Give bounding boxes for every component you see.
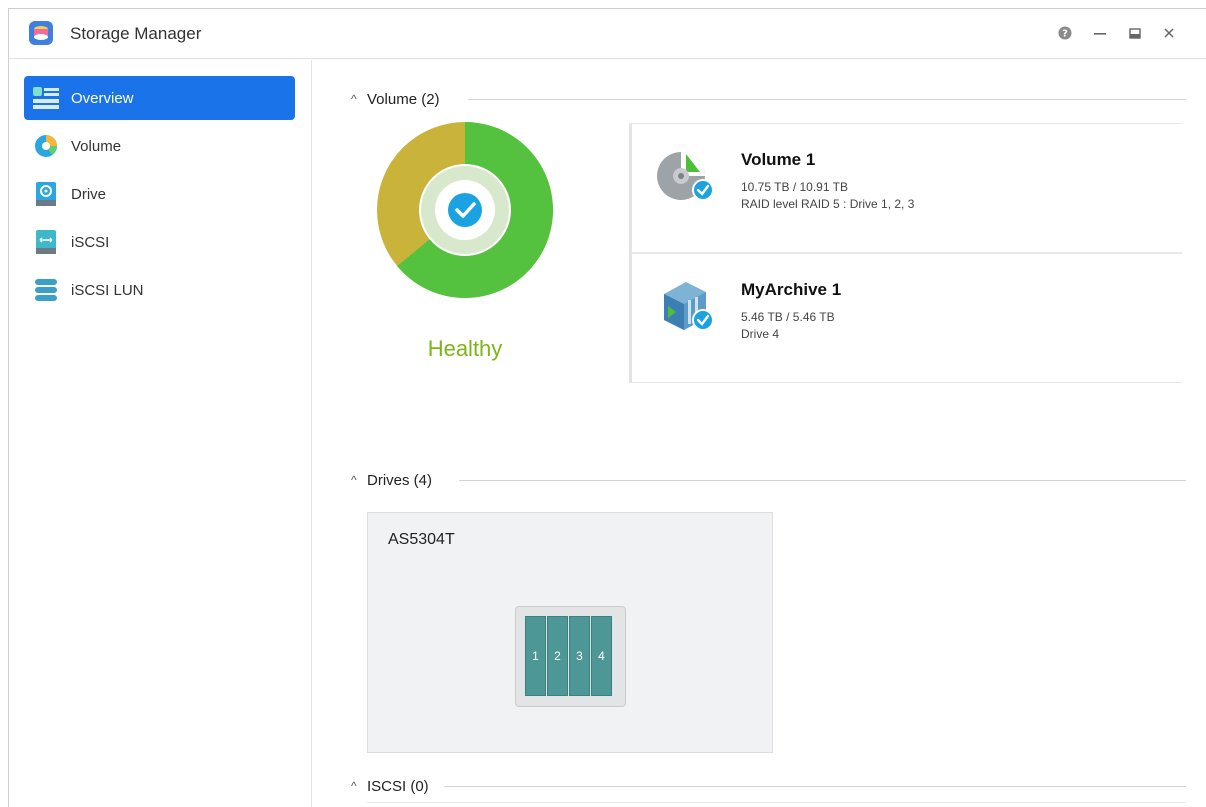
storage-app-icon [29, 21, 53, 45]
volume-card-myarchive-1[interactable]: MyArchive 1 5.46 TB / 5.46 TB Drive 4 [629, 253, 1182, 383]
overview-icon [33, 85, 59, 111]
sidebar-item-iscsi[interactable]: iSCSI [24, 220, 295, 264]
volume-name: Volume 1 [741, 150, 816, 169]
sidebar-item-label: iSCSI [71, 233, 110, 251]
volume-disk-icon [656, 146, 716, 206]
chevron-up-icon: ^ [351, 473, 357, 487]
iscsi-section-header[interactable]: ^ ISCSI (0) [351, 776, 429, 796]
check-circle-icon [448, 193, 482, 227]
volume-detail: Drive 4 [741, 327, 780, 341]
sidebar-item-drive[interactable]: Drive [24, 172, 295, 216]
section-divider [444, 786, 1186, 787]
volume-health-status: Healthy [427, 336, 503, 361]
sidebar: Overview Volume Drive iSCSI iSCSI LUN [9, 60, 312, 807]
iscsi-icon [33, 229, 59, 255]
drive-bay-enclosure: 1 2 3 4 [515, 606, 626, 707]
sidebar-item-label: Drive [71, 185, 107, 203]
chevron-up-icon: ^ [351, 779, 357, 793]
drive-bay-4[interactable]: 4 [591, 616, 612, 696]
close-icon[interactable] [1159, 23, 1179, 43]
volume-size: 10.75 TB / 10.91 TB [741, 180, 848, 194]
archive-icon [656, 276, 716, 336]
minimize-icon[interactable] [1090, 23, 1110, 43]
title-bar: Storage Manager ? [9, 9, 1206, 59]
section-title: Volume (2) [367, 90, 440, 108]
maximize-icon[interactable] [1125, 23, 1145, 43]
sidebar-item-label: iSCSI LUN [71, 281, 144, 299]
sidebar-item-label: Volume [71, 137, 122, 155]
nas-device-panel[interactable]: AS5304T 1 2 3 4 [367, 512, 773, 753]
volume-card-volume-1[interactable]: Volume 1 10.75 TB / 10.91 TB RAID level … [629, 123, 1182, 253]
sidebar-item-label: Overview [71, 89, 134, 107]
sidebar-item-volume[interactable]: Volume [24, 124, 295, 168]
volume-name: MyArchive 1 [741, 280, 842, 299]
sidebar-item-overview[interactable]: Overview [24, 76, 295, 120]
section-divider [468, 99, 1186, 100]
svg-text:?: ? [1062, 29, 1068, 40]
chevron-up-icon: ^ [351, 92, 357, 106]
storage-manager-window: Storage Manager ? Overview Volume Drive … [8, 8, 1206, 807]
section-title: Drives (4) [367, 471, 433, 489]
sidebar-item-iscsi-lun[interactable]: iSCSI LUN [24, 268, 295, 312]
iscsi-lun-icon [33, 277, 59, 303]
drive-icon [33, 181, 59, 207]
help-icon[interactable]: ? [1055, 23, 1075, 43]
drive-bay-2[interactable]: 2 [547, 616, 568, 696]
section-divider [459, 480, 1186, 481]
drive-bay-3[interactable]: 3 [569, 616, 590, 696]
volume-health-donut [377, 122, 553, 298]
main-content: ^ Volume (2) Healthy Volume 1 10.75 TB /… [313, 60, 1206, 807]
drive-bay-1[interactable]: 1 [525, 616, 546, 696]
window-title: Storage Manager [70, 24, 202, 43]
volume-icon [33, 133, 59, 159]
nas-model-name: AS5304T [388, 531, 455, 548]
volume-detail: RAID level RAID 5 : Drive 1, 2, 3 [741, 197, 915, 211]
drives-section-header[interactable]: ^ Drives (4) [351, 470, 432, 490]
volume-size: 5.46 TB / 5.46 TB [741, 310, 835, 324]
volume-section-header[interactable]: ^ Volume (2) [351, 89, 440, 109]
section-title: ISCSI (0) [367, 777, 429, 795]
section-underline [367, 802, 1186, 803]
